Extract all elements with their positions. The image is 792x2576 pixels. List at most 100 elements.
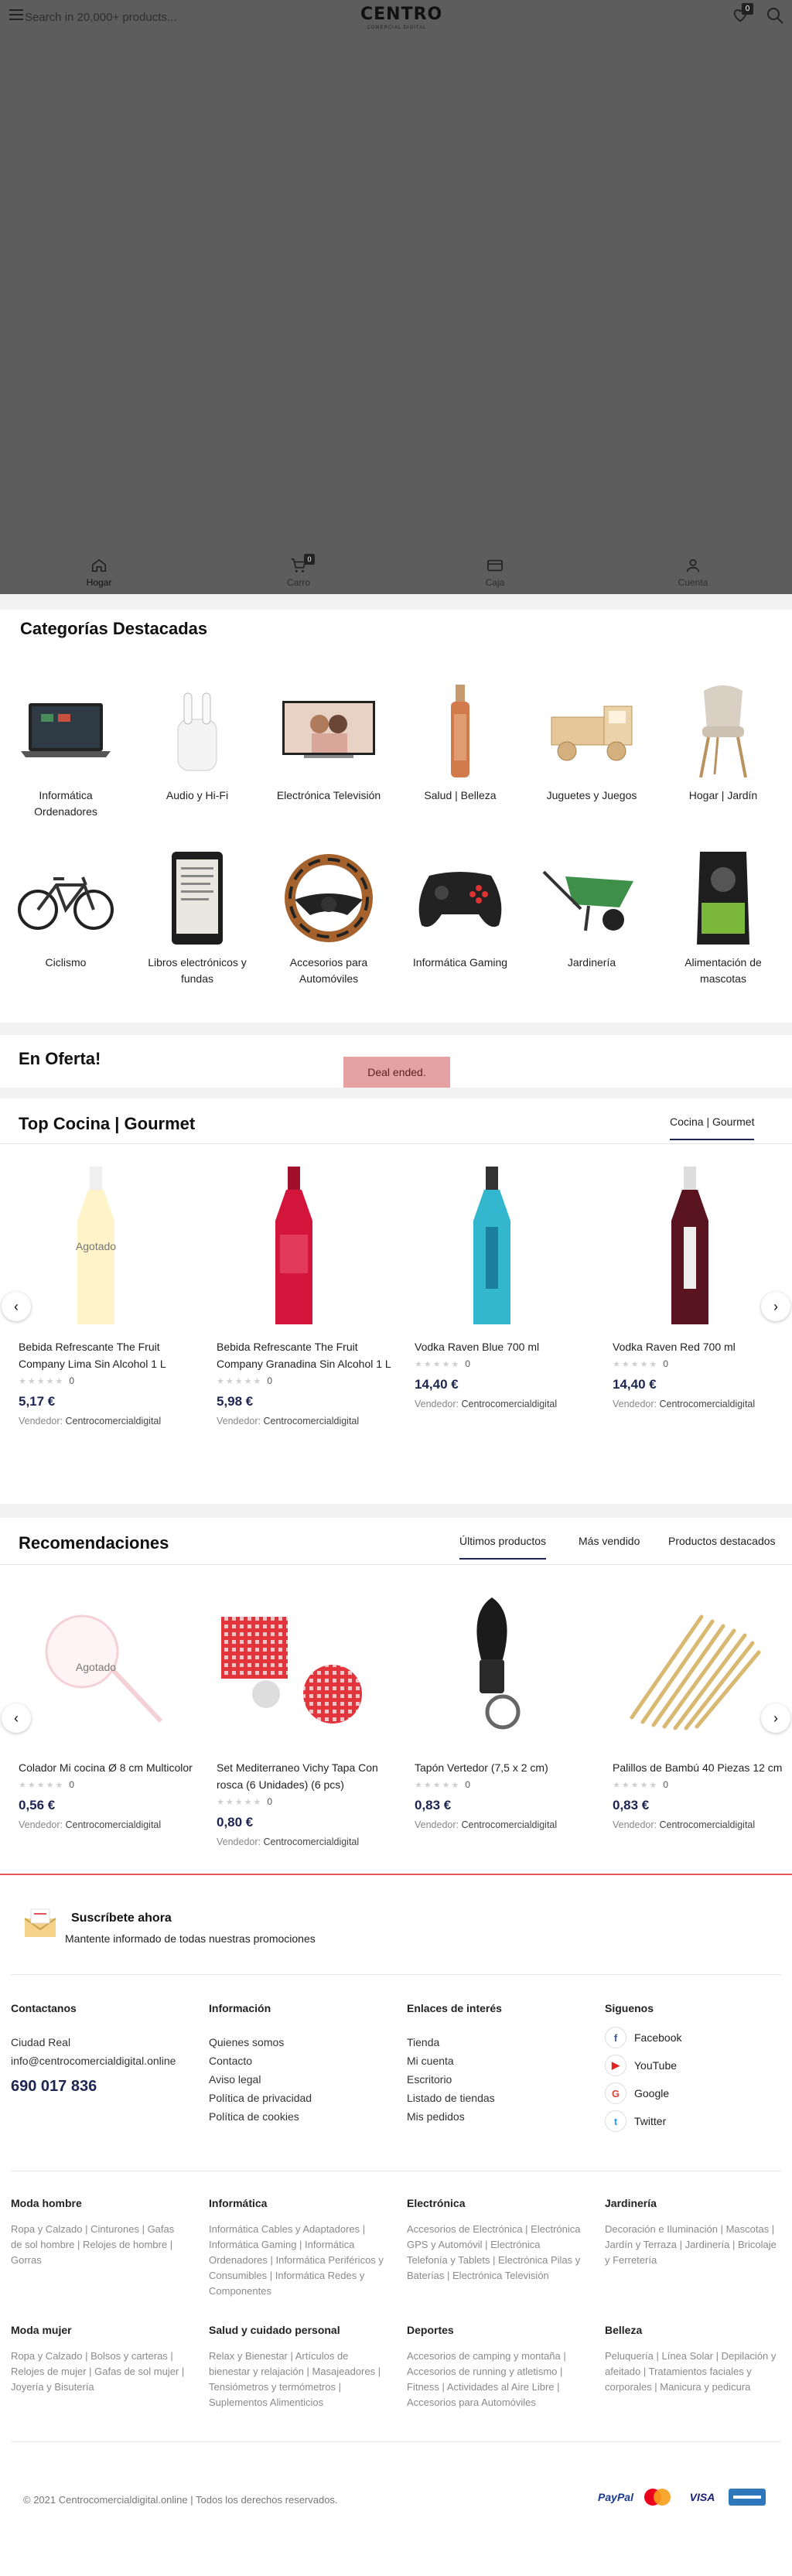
footer-link[interactable]: Quienes somos	[209, 2033, 312, 2052]
social-link-google[interactable]: G Google	[605, 2079, 681, 2107]
sitemap-links[interactable]: Accesorios de camping y montaña | Acceso…	[407, 2349, 583, 2410]
footer-link[interactable]: Tienda	[407, 2033, 502, 2052]
tab-latest[interactable]: Últimos productos	[459, 1535, 547, 1560]
mastercard-icon	[644, 2489, 671, 2506]
footer-email[interactable]: info@centrocomercialdigital.online	[11, 2052, 176, 2070]
product-card[interactable]: Agotado Bebida Refrescante The Fruit Com…	[19, 1165, 204, 1426]
seller-name[interactable]: Centrocomercialdigital	[263, 1836, 359, 1847]
site-header: CENTRO COMERCIAL DIGITAL 0	[0, 0, 792, 34]
carousel-next-button[interactable]: ›	[761, 1292, 790, 1321]
product-card[interactable]: Agotado Colador Mi cocina Ø 8 cm Multico…	[19, 1586, 204, 1830]
product-title[interactable]: Bebida Refrescante The Fruit Company Gra…	[217, 1338, 394, 1372]
sitemap-links[interactable]: Accesorios de Electrónica | Electrónica …	[407, 2222, 583, 2284]
product-title[interactable]: Palillos de Bambú 40 Piezas 12 cm	[613, 1759, 790, 1776]
category-card[interactable]: Libros electrónicos y fundas	[139, 848, 255, 987]
category-card[interactable]: Hogar | Jardín	[665, 681, 781, 804]
sitemap-heading[interactable]: Informática	[209, 2197, 385, 2209]
footer-link[interactable]: Contacto	[209, 2052, 312, 2070]
social-link-twitter[interactable]: t Twitter	[605, 2107, 681, 2135]
footer-link[interactable]: Listado de tiendas	[407, 2089, 502, 2107]
search-input[interactable]	[25, 8, 319, 26]
seller-name[interactable]: Centrocomercialdigital	[659, 1819, 755, 1830]
tab-featured[interactable]: Productos destacados	[668, 1535, 776, 1547]
product-title[interactable]: Tapón Vertedor (7,5 x 2 cm)	[415, 1759, 592, 1776]
footer-link[interactable]: Mis pedidos	[407, 2107, 502, 2126]
sitemap-heading[interactable]: Deportes	[407, 2324, 583, 2336]
footer-link[interactable]: Mi cuenta	[407, 2052, 502, 2070]
category-card[interactable]: Informática Gaming	[402, 848, 518, 971]
product-title[interactable]: Colador Mi cocina Ø 8 cm Multicolor	[19, 1759, 196, 1776]
footer-link[interactable]: Aviso legal	[209, 2070, 312, 2089]
product-image[interactable]	[613, 1165, 767, 1327]
product-image[interactable]	[217, 1586, 371, 1748]
site-logo[interactable]: CENTRO COMERCIAL DIGITAL	[360, 5, 442, 31]
social-link-youtube[interactable]: ▶ YouTube	[605, 2052, 681, 2079]
category-card[interactable]: Alimentación de mascotas	[665, 848, 781, 987]
seller-name[interactable]: Centrocomercialdigital	[65, 1819, 161, 1830]
seller-name[interactable]: Centrocomercialdigital	[659, 1399, 755, 1409]
tab-best-sellers[interactable]: Más vendido	[579, 1535, 640, 1547]
product-image[interactable]: Agotado	[19, 1165, 173, 1327]
carousel-prev-button[interactable]: ‹	[2, 1703, 31, 1733]
sitemap-heading[interactable]: Electrónica	[407, 2197, 583, 2209]
carousel-prev-button[interactable]: ‹	[2, 1292, 31, 1321]
product-title[interactable]: Vodka Raven Red 700 ml	[613, 1338, 790, 1355]
hamburger-menu-icon[interactable]	[9, 9, 23, 20]
nav-cart[interactable]: 0 Carro	[264, 554, 333, 588]
pet-food-bag-image	[673, 848, 773, 948]
product-title[interactable]: Vodka Raven Blue 700 ml	[415, 1338, 592, 1355]
seller-name[interactable]: Centrocomercialdigital	[461, 1399, 557, 1409]
sitemap-heading[interactable]: Moda mujer	[11, 2324, 187, 2336]
product-image[interactable]: Agotado	[19, 1586, 173, 1748]
sitemap-heading[interactable]: Moda hombre	[11, 2197, 187, 2209]
footer-link[interactable]: Política de cookies	[209, 2107, 312, 2126]
tab-cocina-gourmet[interactable]: Cocina | Gourmet	[670, 1115, 755, 1140]
footer-link[interactable]: Escritorio	[407, 2070, 502, 2089]
product-price: 0,56 €	[19, 1798, 56, 1812]
seller-name[interactable]: Centrocomercialdigital	[65, 1416, 161, 1426]
category-card[interactable]: Accesorios para Automóviles	[271, 848, 387, 987]
product-card[interactable]: Tapón Vertedor (7,5 x 2 cm) ★★★★★ 0 0,83 …	[415, 1586, 600, 1830]
product-image[interactable]	[415, 1586, 569, 1748]
sitemap-links[interactable]: Informática Cables y Adaptadores | Infor…	[209, 2222, 385, 2299]
nav-account[interactable]: Cuenta	[658, 557, 728, 588]
product-image[interactable]	[415, 1165, 569, 1327]
wishlist-button[interactable]: 0	[732, 3, 753, 23]
category-label: Informática Gaming	[412, 956, 508, 969]
category-card[interactable]: Ciclismo	[8, 848, 124, 971]
bicycle-image	[15, 848, 116, 948]
product-card[interactable]: Bebida Refrescante The Fruit Company Gra…	[217, 1165, 402, 1426]
product-title[interactable]: Bebida Refrescante The Fruit Company Lim…	[19, 1338, 196, 1372]
sitemap-links[interactable]: Ropa y Calzado | Bolsos y carteras | Rel…	[11, 2349, 187, 2395]
product-image[interactable]	[613, 1586, 767, 1748]
category-card[interactable]: Informática Ordenadores	[8, 681, 124, 820]
sitemap-heading[interactable]: Salud y cuidado personal	[209, 2324, 385, 2336]
product-image[interactable]	[217, 1165, 371, 1327]
carousel-next-button[interactable]: ›	[761, 1703, 790, 1733]
nav-checkout[interactable]: Caja	[460, 557, 530, 588]
nav-home[interactable]: Hogar	[64, 557, 134, 588]
page-overlay[interactable]: CENTRO COMERCIAL DIGITAL 0 Hogar 0 Carro…	[0, 0, 792, 594]
sitemap-links[interactable]: Ropa y Calzado | Cinturones | Gafas de s…	[11, 2222, 187, 2268]
product-card[interactable]: Vodka Raven Blue 700 ml ★★★★★ 0 14,40 € V…	[415, 1165, 600, 1409]
product-title[interactable]: Set Mediterraneo Vichy Tapa Con rosca (6…	[217, 1759, 394, 1793]
sitemap-moda-mujer: Moda mujer Ropa y Calzado | Bolsos y car…	[11, 2324, 187, 2395]
sitemap-links[interactable]: Relax y Bienestar | Artículos de bienest…	[209, 2349, 385, 2410]
category-card[interactable]: Electrónica Televisión	[271, 681, 387, 804]
category-card[interactable]: Jardinería	[534, 848, 650, 971]
seller-name[interactable]: Centrocomercialdigital	[263, 1416, 359, 1426]
sitemap-heading[interactable]: Jardinería	[605, 2197, 781, 2209]
sitemap-links[interactable]: Decoración e Iluminación | Mascotas | Ja…	[605, 2222, 781, 2268]
search-icon[interactable]	[766, 6, 784, 25]
product-card[interactable]: Set Mediterraneo Vichy Tapa Con rosca (6…	[217, 1586, 402, 1847]
category-card[interactable]: Juguetes y Juegos	[534, 681, 650, 804]
category-card[interactable]: Salud | Belleza	[402, 681, 518, 804]
product-card[interactable]: Vodka Raven Red 700 ml ★★★★★ 0 14,40 € Ve…	[613, 1165, 792, 1409]
sitemap-links[interactable]: Peluquería | Línea Solar | Depilación y …	[605, 2349, 781, 2395]
seller-name[interactable]: Centrocomercialdigital	[461, 1819, 557, 1830]
social-link-facebook[interactable]: f Facebook	[605, 2024, 681, 2052]
sitemap-heading[interactable]: Belleza	[605, 2324, 781, 2336]
footer-link[interactable]: Política de privacidad	[209, 2089, 312, 2107]
footer-phone[interactable]: 690 017 836	[11, 2078, 176, 2096]
category-card[interactable]: Audio y Hi-Fi	[139, 681, 255, 804]
